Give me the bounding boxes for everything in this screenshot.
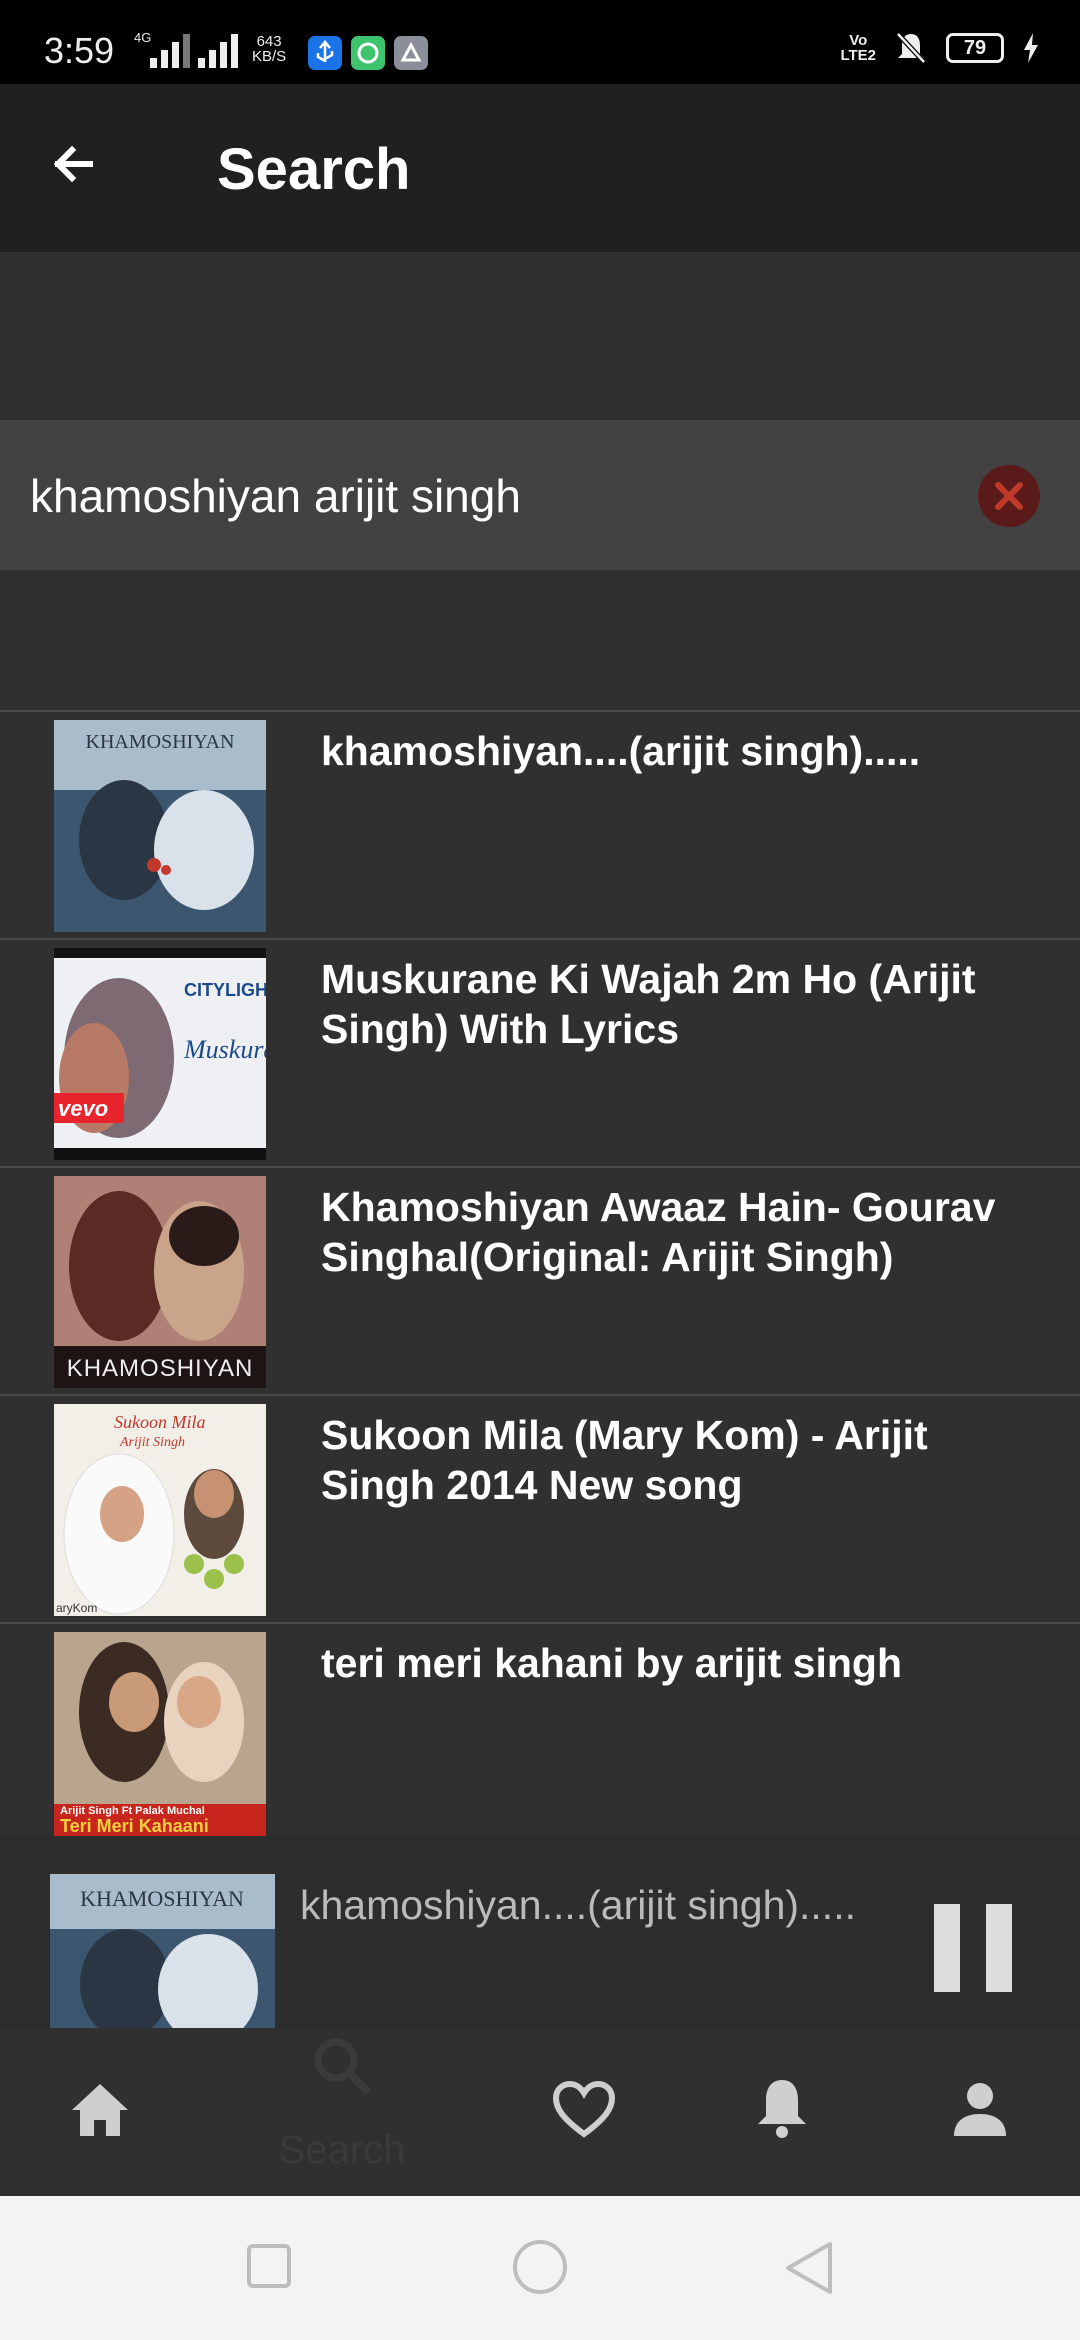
search-screen: 3:59 4G 643 KB/S Vo LTE2 79 Search khamo… [0,0,1080,2340]
square-icon[interactable] [245,2242,295,2292]
signal-1-icon [150,34,190,68]
nav-search[interactable]: Search [242,2028,442,2196]
thumbnail-caption: Sukoon Mila [114,1412,206,1432]
thumbnail-caption: Teri Meri Kahaani [60,1816,209,1836]
thumbnail-caption: CITYLIGH [184,980,266,1000]
pause-icon-bar [986,1904,1012,1992]
usb-icon [308,36,342,70]
network-type: 4G [134,30,152,45]
nav-home[interactable] [0,2028,200,2196]
list-item[interactable]: Arijit Singh Ft Palak Muchal Teri Meri K… [0,1622,1080,1836]
nav-favorites[interactable] [484,2028,684,2196]
volte-line2: LTE2 [840,47,876,64]
result-title: teri meri kahani by arijit singh [321,1640,903,1686]
result-title: Muskurane Ki Wajah 2m Ho (Arijit Singh) … [321,956,976,1052]
now-playing-title: khamoshiyan....(arijit singh)..... [300,1882,856,1928]
nav-notifications[interactable] [682,2028,882,2196]
search-spacer [0,252,1080,420]
signal-2-icon [198,34,238,68]
volte-line1: Vo [849,32,868,49]
page-title: Search [217,137,411,202]
status-right: Vo LTE2 79 [840,30,1040,66]
result-title: khamoshiyan....(arijit singh)..... [321,728,921,774]
now-playing-thumbnail: KHAMOSHIYAN [50,1874,275,2028]
search-input[interactable] [30,460,930,532]
volte-indicator: Vo LTE2 [840,33,876,63]
status-bar: 3:59 4G 643 KB/S Vo LTE2 79 [0,0,1080,84]
pause-icon [934,1904,960,1992]
thumbnail-caption-3: aryKom [56,1601,97,1615]
system-navigation [0,2196,1080,2340]
result-title: Khamoshiyan Awaaz Hain- Gourav Singhal(O… [321,1184,996,1280]
vevo-logo: vevo [58,1096,108,1121]
chat-app-icon [351,36,385,70]
search-icon [314,2038,371,2095]
person-icon [954,2083,1006,2136]
speed-unit: KB/S [252,48,287,65]
bell-icon [758,2080,806,2138]
thumbnail-caption: KHAMOSHIYAN [80,1886,244,1911]
thumbnail: KHAMOSHIYAN [54,720,266,932]
pause-button[interactable] [934,1904,1012,1992]
results-list: KHAMOSHIYAN khamoshiyan....(arijit singh… [0,710,1080,1836]
bottom-navigation: Search [0,2028,1080,2196]
thumbnail: Arijit Singh Ft Palak Muchal Teri Meri K… [54,1632,266,1836]
list-item[interactable]: CITYLIGH Muskura vevo Muskurane Ki Wajah… [0,938,1080,1166]
thumbnail: Sukoon Mila Arijit Singh aryKom [54,1404,266,1616]
app-bar: Search [0,84,1080,252]
thumbnail-caption-2: Arijit Singh [119,1435,185,1450]
close-circle-icon [995,482,1023,510]
home-icon [72,2084,128,2136]
triangle-back-icon[interactable] [782,2240,836,2296]
nav-search-label: Search [278,2128,406,2172]
result-title: Sukoon Mila (Mary Kom) - Arijit Singh 20… [321,1412,928,1508]
thumbnail-script: Muskura [183,1035,266,1064]
clear-search-button[interactable] [978,465,1040,527]
thumbnail-caption: KHAMOSHIYAN [67,1355,254,1382]
status-time: 3:59 [44,30,115,71]
thumbnail: CITYLIGH Muskura vevo [54,948,266,1160]
now-playing-bar[interactable]: KHAMOSHIYAN khamoshiyan....(arijit singh… [0,1836,1080,2028]
search-bar [0,420,1080,570]
battery-indicator: 79 [946,33,1004,63]
charging-icon [1024,33,1038,63]
list-item[interactable]: KHAMOSHIYAN Khamoshiyan Awaaz Hain- Gour… [0,1166,1080,1394]
arrow-left-icon [53,145,93,183]
bell-off-icon [896,32,926,64]
list-item[interactable]: Sukoon Mila Arijit Singh aryKom Sukoon M… [0,1394,1080,1622]
thumbnail: KHAMOSHIYAN [54,1176,266,1388]
list-item[interactable]: KHAMOSHIYAN khamoshiyan....(arijit singh… [0,710,1080,938]
heart-icon [552,2080,616,2138]
thumbnail-caption: KHAMOSHIYAN [86,731,235,753]
network-speed: 643 KB/S [252,34,286,64]
nav-profile[interactable] [880,2028,1080,2196]
speed-value: 643 [256,33,282,50]
drive-app-icon [394,36,428,70]
circle-icon[interactable] [510,2237,570,2297]
back-button[interactable] [40,134,120,204]
